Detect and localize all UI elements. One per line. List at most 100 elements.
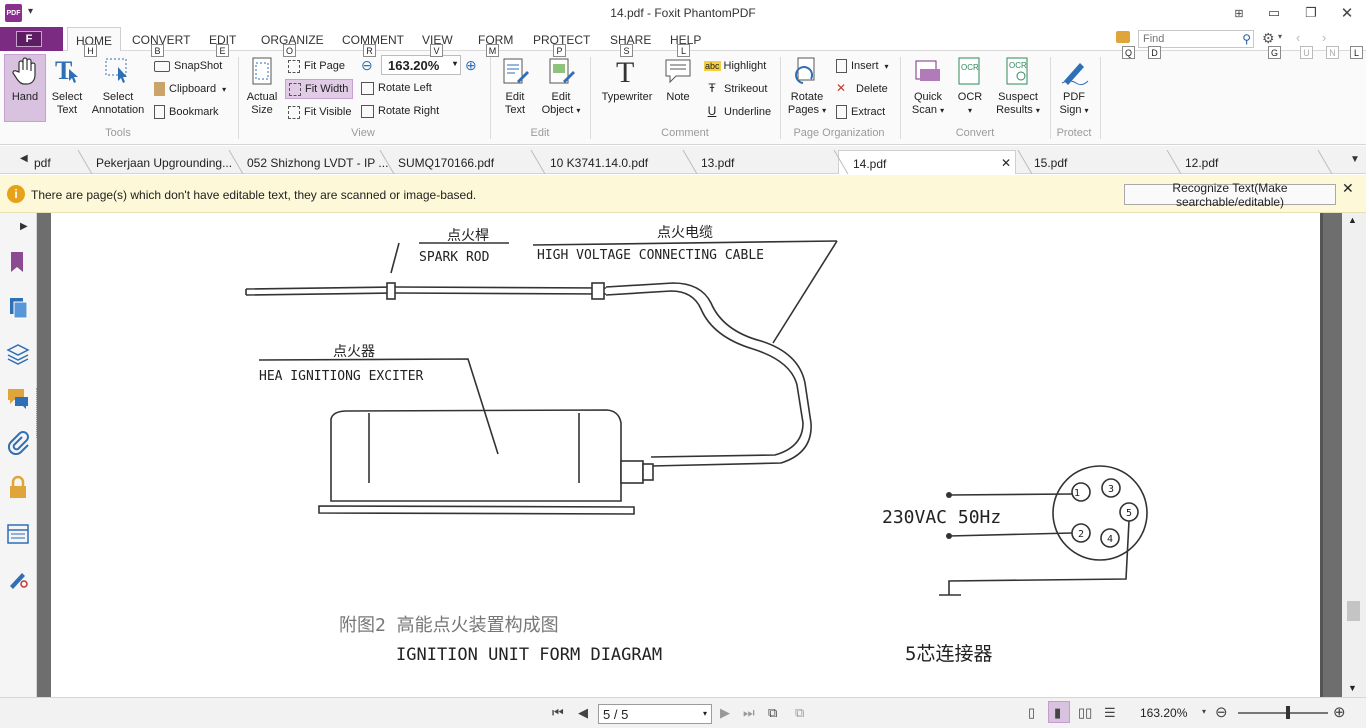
app-icon: PDF bbox=[5, 4, 22, 22]
strikeout-button[interactable]: Ŧ Strikeout bbox=[704, 79, 767, 99]
forward-icon[interactable]: › bbox=[1322, 30, 1326, 45]
restore-button[interactable]: ❐ bbox=[1295, 2, 1327, 24]
extract-button[interactable]: Extract bbox=[836, 102, 885, 122]
connector-label: 5芯连接器 bbox=[905, 643, 992, 665]
pin-label: 1 bbox=[1074, 488, 1080, 499]
zoom-out-icon[interactable]: ⊖ bbox=[361, 57, 373, 74]
scroll-thumb[interactable] bbox=[1347, 601, 1360, 621]
back-icon[interactable]: ‹ bbox=[1296, 30, 1300, 45]
separator bbox=[1100, 57, 1101, 139]
bookmarks-panel-icon[interactable] bbox=[5, 249, 31, 275]
keytip-u: U bbox=[1300, 46, 1313, 59]
group-label-convert: Convert bbox=[955, 127, 995, 139]
keytip-n: N bbox=[1326, 46, 1339, 59]
rotate-right-button[interactable]: Rotate Right bbox=[361, 101, 439, 121]
pdf-sign-button[interactable]: PDF Sign ▾ bbox=[1054, 55, 1094, 117]
next-page-icon[interactable]: ▶ bbox=[720, 705, 730, 721]
scroll-down-icon[interactable]: ▼ bbox=[1348, 683, 1357, 693]
page-shadow bbox=[1320, 213, 1323, 697]
document-tabs: ◀ pdf Pekerjaan Upgrounding... 052 Shizh… bbox=[0, 146, 1366, 174]
zoom-in-icon[interactable]: ⊕ bbox=[1333, 703, 1346, 721]
fit-page-button[interactable]: Fit Page bbox=[288, 56, 345, 76]
folder-icon[interactable] bbox=[1116, 31, 1130, 43]
single-page-icon[interactable]: ▯ bbox=[1028, 705, 1035, 721]
document-viewport[interactable]: 点火桿 SPARK ROD 点火电缆 HIGH VOLTAGE CONNECTI… bbox=[37, 213, 1342, 697]
zoom-out-icon[interactable]: ⊖ bbox=[1215, 703, 1228, 721]
ribbon-tab-row: F HOME CONVERT EDIT ORGANIZE COMMENT VIE… bbox=[0, 27, 1366, 59]
chevron-down-icon[interactable]: ▾ bbox=[1202, 707, 1206, 716]
separator bbox=[238, 57, 239, 139]
rotate-left-button[interactable]: Rotate Left bbox=[361, 78, 432, 98]
page-number-input[interactable]: 5 / 5 ▾ bbox=[598, 704, 712, 724]
suspect-results-button[interactable]: OCR Suspect Results ▾ bbox=[992, 55, 1044, 117]
scanner-icon bbox=[915, 60, 940, 81]
suspect-results-icon: OCR bbox=[1006, 57, 1028, 85]
recognize-text-button[interactable]: Recognize Text(Make searchable/editable) bbox=[1124, 181, 1336, 209]
edit-object-button[interactable]: Edit Object ▾ bbox=[538, 55, 584, 117]
zoom-slider-thumb[interactable] bbox=[1286, 706, 1290, 719]
next-view-icon[interactable]: ⧉ bbox=[795, 705, 804, 721]
zoom-slider[interactable] bbox=[1238, 712, 1328, 714]
scroll-up-icon[interactable]: ▲ bbox=[1348, 215, 1357, 225]
content-panel-icon[interactable] bbox=[5, 521, 31, 547]
hand-icon bbox=[12, 57, 36, 85]
title-bar: PDF ▾ 14.pdf - Foxit PhantomPDF ⊞ ▭ ❐ ✕ bbox=[0, 0, 1366, 27]
lock-icon[interactable] bbox=[5, 475, 31, 501]
typewriter-button[interactable]: T Typewriter bbox=[598, 55, 656, 104]
expand-panel-icon[interactable]: ▶ bbox=[20, 221, 28, 232]
edit-text-button[interactable]: Edit Text bbox=[495, 55, 535, 117]
ocr-button[interactable]: OCR OCR ▾ bbox=[952, 55, 988, 117]
pages-panel-icon[interactable] bbox=[5, 295, 31, 321]
previous-page-icon[interactable]: ◀ bbox=[578, 705, 588, 721]
select-text-button[interactable]: T Select Text bbox=[48, 55, 86, 117]
keytip-q: Q bbox=[1122, 46, 1135, 59]
facing-page-icon[interactable]: ▯▯ bbox=[1078, 705, 1092, 721]
select-annotation-button[interactable]: Select Annotation bbox=[88, 55, 148, 117]
close-button[interactable]: ✕ bbox=[1331, 2, 1363, 24]
find-input[interactable] bbox=[1139, 31, 1235, 47]
continuous-facing-icon[interactable]: ☰ bbox=[1104, 705, 1116, 721]
bookmark-button[interactable]: Bookmark bbox=[154, 102, 219, 122]
gear-icon[interactable]: ⚙ bbox=[1262, 30, 1275, 47]
fit-width-button[interactable]: Fit Width bbox=[285, 79, 354, 99]
insert-button[interactable]: Insert ▾ bbox=[836, 56, 889, 76]
clipboard-button[interactable]: Clipboard ▾ bbox=[154, 79, 226, 99]
signature-panel-icon[interactable] bbox=[5, 565, 31, 591]
delete-button[interactable]: ✕ Delete bbox=[836, 79, 888, 99]
edit-text-icon bbox=[503, 58, 529, 84]
note-button[interactable]: Note bbox=[660, 55, 696, 104]
hand-tool[interactable]: Hand bbox=[6, 55, 44, 104]
minimize-button[interactable]: ▭ bbox=[1258, 2, 1290, 24]
vertical-scrollbar[interactable]: ▲ ▼ bbox=[1342, 213, 1366, 697]
close-icon[interactable]: ✕ bbox=[1342, 180, 1354, 197]
previous-view-icon[interactable]: ⧉ bbox=[768, 705, 777, 721]
zoom-in-icon[interactable]: ⊕ bbox=[465, 57, 477, 74]
info-icon: i bbox=[7, 185, 25, 203]
fit-visible-button[interactable]: Fit Visible bbox=[288, 102, 351, 122]
first-page-icon[interactable]: ⏮ bbox=[552, 705, 564, 721]
highlight-button[interactable]: abc Highlight bbox=[704, 56, 766, 76]
insert-icon bbox=[836, 59, 847, 73]
ribbon: Hand T Select Text Select Annotation Sna… bbox=[0, 51, 1366, 145]
keytip-edit: E bbox=[216, 44, 229, 57]
zoom-percent[interactable]: 163.20% bbox=[1140, 706, 1187, 720]
svg-text:OCR: OCR bbox=[1009, 61, 1027, 70]
underline-button[interactable]: U Underline bbox=[704, 102, 771, 122]
last-page-icon[interactable]: ⏭ bbox=[743, 705, 755, 721]
search-icon[interactable]: ⚲ bbox=[1242, 32, 1251, 46]
snapshot-button[interactable]: SnapShot bbox=[154, 56, 222, 76]
rotate-pages-button[interactable]: Rotate Pages ▾ bbox=[786, 55, 828, 117]
quick-access-menu-icon[interactable]: ▾ bbox=[28, 6, 33, 17]
ignition-diagram: 点火桿 SPARK ROD 点火电缆 HIGH VOLTAGE CONNECTI… bbox=[245, 225, 1148, 665]
comments-panel-icon[interactable] bbox=[5, 385, 31, 411]
gear-dropdown-icon[interactable]: ▾ bbox=[1278, 32, 1282, 41]
spark-rod-cn-label: 点火桿 bbox=[447, 228, 489, 244]
actual-size-button[interactable]: Actual Size bbox=[243, 55, 281, 117]
file-tab[interactable]: F bbox=[0, 27, 63, 51]
keytip-convert: B bbox=[151, 44, 164, 57]
attachment-icon[interactable] bbox=[5, 429, 31, 455]
layers-panel-icon[interactable] bbox=[5, 341, 31, 367]
zoom-combo[interactable]: 163.20% ▾ bbox=[381, 55, 461, 75]
quick-scan-button[interactable]: Quick Scan ▾ bbox=[906, 55, 950, 117]
grid-icon[interactable]: ⊞ bbox=[1223, 2, 1255, 24]
